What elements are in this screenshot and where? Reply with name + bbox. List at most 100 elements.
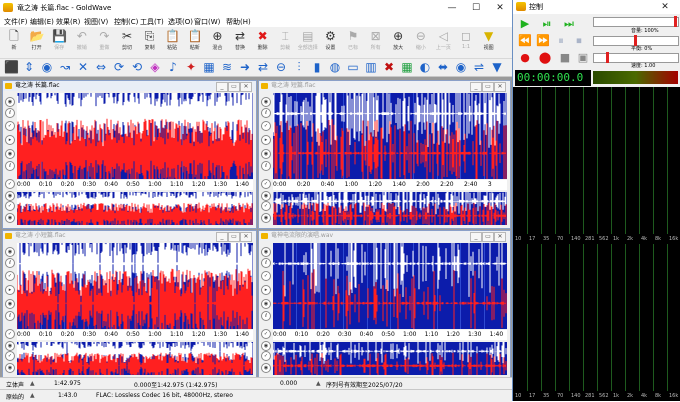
channel-toggle-icon[interactable]: ◉ [261,247,271,257]
sound-window-restore-icon[interactable]: ▭ [228,232,240,242]
overview-waveform[interactable] [17,192,253,225]
play-icon[interactable]: ▶ [517,17,533,30]
channel-toggle-icon[interactable]: ℓ [261,108,271,118]
menu-item[interactable]: 选项(O) [168,17,193,27]
channel-toggle-icon[interactable]: ◉ [5,97,15,107]
record-stop-icon[interactable]: ■ [557,51,573,64]
channel-toggle-icon[interactable]: ✓ [5,201,15,211]
sound-window-close-icon[interactable]: ✕ [240,82,252,92]
effect-tool-icon[interactable]: ↝ [58,60,72,74]
close-icon[interactable]: ✕ [488,0,512,16]
sound-window[interactable]: 竜之涛 短篇.flac _ ▭ ✕ ◉ ℓ ✓ ▸ ◉ ℓ ✓ ◉ ✓ ◉ 0:00 0:20 0:40 1:00… [258,80,511,229]
menu-item[interactable]: 控制(C) [114,17,138,27]
channel-toggle-icon[interactable]: ◉ [5,213,15,223]
channel-toggle-icon[interactable]: ◉ [261,341,271,351]
toolbar-button-trim[interactable]: ⌶ 剪裁 [275,29,295,51]
toolbar-button-new-file[interactable]: 🗋 新 [4,29,24,51]
minimize-icon[interactable]: — [440,0,464,16]
control-close-icon[interactable]: ✕ [653,0,677,14]
channel-toggle-icon[interactable]: ✓ [261,179,271,189]
channel-toggle-icon[interactable]: ℓ [5,258,15,268]
volume-slider-thumb[interactable] [674,16,677,27]
effect-tool-icon[interactable]: ✖ [382,60,396,74]
sound-window-restore-icon[interactable]: ▭ [228,82,240,92]
toolbar-button-view[interactable]: ▼ 视图 [479,29,499,51]
channel-toggle-icon[interactable]: ✓ [5,329,15,339]
channel-toggle-icon[interactable]: ✓ [261,201,271,211]
toolbar-button-marker[interactable]: ⚑ 已标 [343,29,363,51]
channel-toggle-icon[interactable]: ▸ [261,135,271,145]
menu-item[interactable]: 效果(R) [56,17,80,27]
record-icon[interactable]: ● [517,51,533,64]
waveform-display[interactable] [17,93,253,179]
overview-waveform[interactable] [273,342,507,375]
effect-tool-icon[interactable]: ▥ [364,60,378,74]
effect-tool-icon[interactable]: ◉ [454,60,468,74]
effect-tool-icon[interactable]: ✦ [184,60,198,74]
toolbar-button-paste-new[interactable]: 📋 粘新 [185,29,205,51]
effect-tool-icon[interactable]: ◉ [40,60,54,74]
channel-toggle-icon[interactable]: ◉ [261,97,271,107]
effect-tool-icon[interactable]: ◈ [148,60,162,74]
channel-toggle-icon[interactable]: ◉ [5,191,15,201]
toolbar-button-all[interactable]: ⊠ 所有 [366,29,386,51]
sound-window-close-icon[interactable]: ✕ [240,232,252,242]
channel-toggle-icon[interactable]: ✓ [261,121,271,131]
toolbar-button-save[interactable]: 💾 保存 [49,29,69,51]
channel-toggle-icon[interactable]: ◉ [5,247,15,257]
sound-window-close-icon[interactable]: ✕ [494,82,506,92]
sound-window-minimize-icon[interactable]: _ [470,232,482,242]
effect-tool-icon[interactable]: ♪ [166,60,180,74]
channel-toggle-icon[interactable]: ✓ [5,351,15,361]
channel-toggle-icon[interactable]: ℓ [5,108,15,118]
overview-waveform[interactable] [273,192,507,225]
effect-tool-icon[interactable]: ➜ [238,60,252,74]
rewind-icon[interactable]: ⏪ [517,34,533,47]
channel-toggle-icon[interactable]: ℓ [5,311,15,321]
toolbar-button-paste[interactable]: 📋 粘贴 [162,29,182,51]
effect-tool-icon[interactable]: ⟲ [130,60,144,74]
toolbar-button-open-folder[interactable]: 📂 打开 [27,29,47,51]
menu-item[interactable]: 帮助(H) [226,17,251,27]
effect-tool-icon[interactable]: ⇔ [94,60,108,74]
overview-waveform[interactable] [17,342,253,375]
effect-tool-icon[interactable]: ✕ [76,60,90,74]
effect-tool-icon[interactable]: ▦ [202,60,216,74]
menu-item[interactable]: 编辑(E) [30,17,54,27]
channel-toggle-icon[interactable]: ✓ [261,351,271,361]
maximize-icon[interactable]: ☐ [464,0,488,16]
channel-toggle-icon[interactable]: ◉ [5,341,15,351]
channel-toggle-icon[interactable]: ✓ [261,329,271,339]
sound-window-minimize-icon[interactable]: _ [216,82,228,92]
toolbar-button-redo[interactable]: ↷ 重做 [94,29,114,51]
channel-toggle-icon[interactable]: ◉ [261,191,271,201]
effect-tool-icon[interactable]: ▼ [490,60,504,74]
channel-toggle-icon[interactable]: ✓ [5,121,15,131]
effect-tool-icon[interactable]: ⊖ [274,60,288,74]
channel-toggle-icon[interactable]: ℓ [261,258,271,268]
menu-item[interactable]: 视图(V) [84,17,108,27]
channel-toggle-icon[interactable]: ℓ [5,161,15,171]
play-selection-icon[interactable]: ⏯ [539,17,555,30]
channel-toggle-icon[interactable]: ◉ [5,149,15,159]
effect-tool-icon[interactable]: ◐ [418,60,432,74]
play-end-icon[interactable]: ⏭ [561,17,577,30]
effect-tool-icon[interactable]: ⬌ [436,60,450,74]
channel-toggle-icon[interactable]: ◉ [5,363,15,373]
sound-window[interactable]: 竜之涛 小短篇.flac _ ▭ ✕ ◉ ℓ ✓ ▸ ◉ ℓ ✓ ◉ ✓ ◉ 0:00 0:10 0:20 0:3… [2,230,257,379]
volume-slider[interactable] [593,16,679,27]
toolbar-button-select-all[interactable]: ▤ 全部选择 [298,29,318,51]
waveform-display[interactable] [273,93,507,179]
toolbar-button-replace[interactable]: ⇄ 替换 [230,29,250,51]
channel-toggle-icon[interactable]: ▸ [5,285,15,295]
channel-toggle-icon[interactable]: ◉ [261,149,271,159]
effect-tool-icon[interactable]: ▮ [310,60,324,74]
channel-toggle-icon[interactable]: ◉ [261,299,271,309]
effect-tool-icon[interactable]: ⟳ [112,60,126,74]
toolbar-button-copy[interactable]: ⎘ 复制 [140,29,160,51]
channel-toggle-icon[interactable]: ▸ [261,285,271,295]
pause-icon[interactable]: ⏸ [553,34,569,47]
fast-forward-icon[interactable]: ⏩ [535,34,551,47]
record-new-icon[interactable]: ⬤ [537,51,553,64]
toolbar-button-zoom-in[interactable]: ⊕ 放大 [388,29,408,51]
